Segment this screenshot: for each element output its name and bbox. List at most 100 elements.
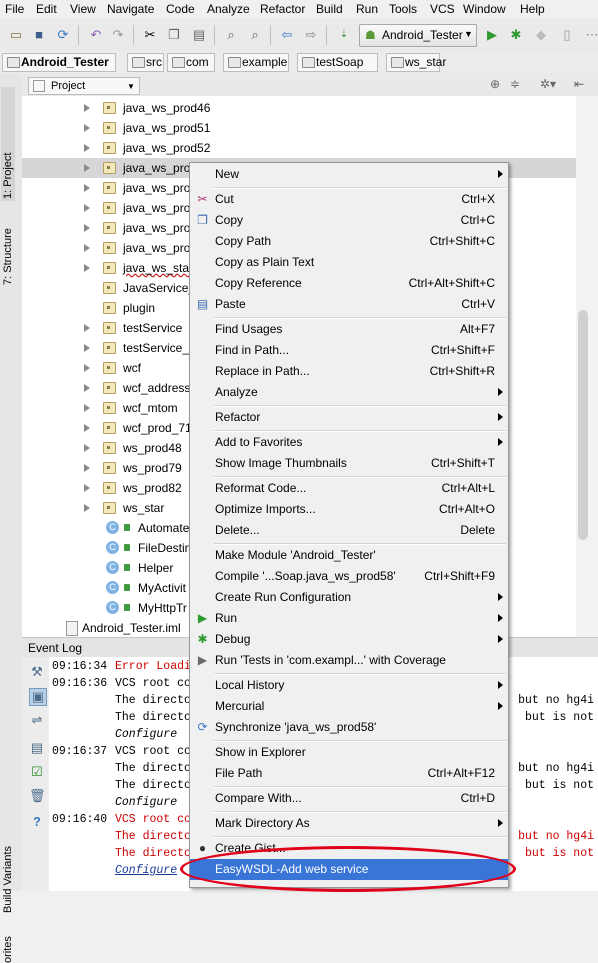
menu-item-local-history[interactable]: Local History: [190, 675, 508, 696]
expand-arrow-icon[interactable]: [84, 124, 90, 132]
expand-arrow-icon[interactable]: [84, 464, 90, 472]
expand-arrow-icon[interactable]: [84, 244, 90, 252]
debug-icon[interactable]: ✱: [508, 27, 524, 43]
menu-edit[interactable]: Edit: [36, 2, 57, 16]
menu-code[interactable]: Code: [166, 2, 195, 16]
menu-item-optimize-imports[interactable]: Optimize Imports... Ctrl+Alt+O: [190, 499, 508, 520]
balloon-icon[interactable]: ▣: [29, 688, 47, 706]
expand-arrow-icon[interactable]: [84, 184, 90, 192]
menu-item-copy-as-plain-text[interactable]: Copy as Plain Text: [190, 252, 508, 273]
menu-item-show-image-thumbnails[interactable]: Show Image Thumbnails Ctrl+Shift+T: [190, 453, 508, 474]
menu-item-refactor[interactable]: Refactor: [190, 407, 508, 428]
expand-arrow-icon[interactable]: [84, 104, 90, 112]
forward-icon[interactable]: ⇨: [303, 27, 319, 43]
expand-arrow-icon[interactable]: [84, 144, 90, 152]
menu-item-make-module-android-tester[interactable]: Make Module 'Android_Tester': [190, 545, 508, 566]
tree-scrollbar-thumb[interactable]: [578, 310, 588, 540]
back-icon[interactable]: ⇦: [279, 27, 295, 43]
expand-arrow-icon[interactable]: [84, 364, 90, 372]
tab-favorites[interactable]: orites: [2, 923, 14, 963]
mark-read-icon[interactable]: ☑: [29, 764, 45, 780]
menu-item-delete[interactable]: Delete... Delete: [190, 520, 508, 541]
find-icon[interactable]: ⌕: [223, 27, 239, 43]
tab-project[interactable]: 1: Project: [1, 87, 15, 201]
menu-item-new[interactable]: New: [190, 164, 508, 185]
expand-arrow-icon[interactable]: [84, 484, 90, 492]
run-configuration-dropdown[interactable]: ☗ Android_Tester ▼: [359, 24, 477, 47]
replace-icon[interactable]: ⌕: [247, 27, 263, 43]
menu-navigate[interactable]: Navigate: [107, 2, 154, 16]
menu-help[interactable]: Help: [520, 2, 545, 16]
menu-item-debug[interactable]: ✱ Debug: [190, 629, 508, 650]
menu-item-file-path[interactable]: File Path Ctrl+Alt+F12: [190, 763, 508, 784]
soft-wrap-icon[interactable]: ⇌: [29, 712, 45, 728]
expand-arrow-icon[interactable]: [84, 264, 90, 272]
breadcrumb-item-5[interactable]: ws_star: [386, 53, 446, 72]
more-icon[interactable]: ⋯: [584, 27, 598, 43]
breadcrumb-item-1[interactable]: src: [127, 53, 164, 72]
menu-item-create-run-configuration[interactable]: Create Run Configuration: [190, 587, 508, 608]
tree-row[interactable]: java_ws_prod46: [22, 98, 576, 118]
expand-arrow-icon[interactable]: [84, 164, 90, 172]
menu-item-synchronize-java-ws-prod58[interactable]: ⟳ Synchronize 'java_ws_prod58': [190, 717, 508, 738]
menu-vcs[interactable]: VCS: [430, 2, 455, 16]
tab-structure[interactable]: 7: Structure: [2, 205, 14, 285]
coverage-icon[interactable]: ◆: [533, 27, 549, 43]
menu-analyze[interactable]: Analyze: [207, 2, 250, 16]
tab-build-variants[interactable]: Build Variants: [2, 813, 14, 913]
undo-icon[interactable]: ↶: [88, 27, 104, 43]
menu-item-copy[interactable]: ❐ Copy Ctrl+C: [190, 210, 508, 231]
paste-icon[interactable]: ▤: [191, 27, 207, 43]
menu-item-run[interactable]: ▶ Run: [190, 608, 508, 629]
expand-arrow-icon[interactable]: [84, 444, 90, 452]
breadcrumb-item-2[interactable]: com: [167, 53, 215, 72]
menu-item-find-in-path[interactable]: Find in Path... Ctrl+Shift+F: [190, 340, 508, 361]
scroll-end-icon[interactable]: ▤: [29, 740, 45, 756]
menu-build[interactable]: Build: [316, 2, 343, 16]
menu-item-add-to-favorites[interactable]: Add to Favorites: [190, 432, 508, 453]
expand-arrow-icon[interactable]: [84, 324, 90, 332]
menu-view[interactable]: View: [70, 2, 96, 16]
save-icon[interactable]: ■: [31, 27, 47, 43]
menu-item-copy-path[interactable]: Copy Path Ctrl+Shift+C: [190, 231, 508, 252]
collapse-icon[interactable]: ≑: [510, 77, 520, 91]
tree-row[interactable]: java_ws_prod51: [22, 118, 576, 138]
run-icon[interactable]: ▶: [484, 27, 500, 43]
sync-icon[interactable]: ⟳: [55, 27, 71, 43]
menu-item-compile-soap-java-ws-prod58[interactable]: Compile '...Soap.java_ws_prod58' Ctrl+Shi…: [190, 566, 508, 587]
copy-icon[interactable]: ❐: [166, 27, 182, 43]
stop-icon[interactable]: ▯: [559, 27, 575, 43]
expand-arrow-icon[interactable]: [84, 204, 90, 212]
make-project-icon[interactable]: ⇣: [336, 27, 352, 43]
menu-item-find-usages[interactable]: Find Usages Alt+F7: [190, 319, 508, 340]
menu-item-cut[interactable]: ✂ Cut Ctrl+X: [190, 189, 508, 210]
menu-item-show-in-explorer[interactable]: Show in Explorer: [190, 742, 508, 763]
menu-tools[interactable]: Tools: [389, 2, 417, 16]
wrench-icon[interactable]: ⚒: [29, 664, 45, 680]
redo-icon[interactable]: ↷: [110, 27, 126, 43]
help-icon[interactable]: ?: [29, 814, 45, 830]
menu-item-mercurial[interactable]: Mercurial: [190, 696, 508, 717]
tree-row[interactable]: java_ws_prod52: [22, 138, 576, 158]
menu-item-reformat-code[interactable]: Reformat Code... Ctrl+Alt+L: [190, 478, 508, 499]
locate-icon[interactable]: ⊕: [490, 77, 500, 91]
expand-arrow-icon[interactable]: [84, 404, 90, 412]
settings-icon[interactable]: ✲▾: [540, 77, 556, 91]
menu-item-replace-in-path[interactable]: Replace in Path... Ctrl+Shift+R: [190, 361, 508, 382]
menu-item-run-tests-in-com-exampl-with-coverage[interactable]: ▶ Run 'Tests in 'com.exampl...' with Cove…: [190, 650, 508, 671]
menu-item-mark-directory-as[interactable]: Mark Directory As: [190, 813, 508, 834]
expand-arrow-icon[interactable]: [84, 504, 90, 512]
menu-run[interactable]: Run: [356, 2, 378, 16]
breadcrumb-item-0[interactable]: Android_Tester: [2, 53, 116, 72]
trash-icon[interactable]: 🗑: [29, 788, 46, 804]
menu-item-paste[interactable]: ▤ Paste Ctrl+V: [190, 294, 508, 315]
menu-item-copy-reference[interactable]: Copy Reference Ctrl+Alt+Shift+C: [190, 273, 508, 294]
menu-item-analyze[interactable]: Analyze: [190, 382, 508, 403]
hide-icon[interactable]: ⇤: [574, 77, 584, 91]
expand-arrow-icon[interactable]: [84, 424, 90, 432]
menu-window[interactable]: Window: [463, 2, 506, 16]
menu-file[interactable]: File: [5, 2, 24, 16]
cut-icon[interactable]: ✂: [142, 27, 158, 43]
breadcrumb-item-3[interactable]: example: [223, 53, 289, 72]
expand-arrow-icon[interactable]: [84, 384, 90, 392]
